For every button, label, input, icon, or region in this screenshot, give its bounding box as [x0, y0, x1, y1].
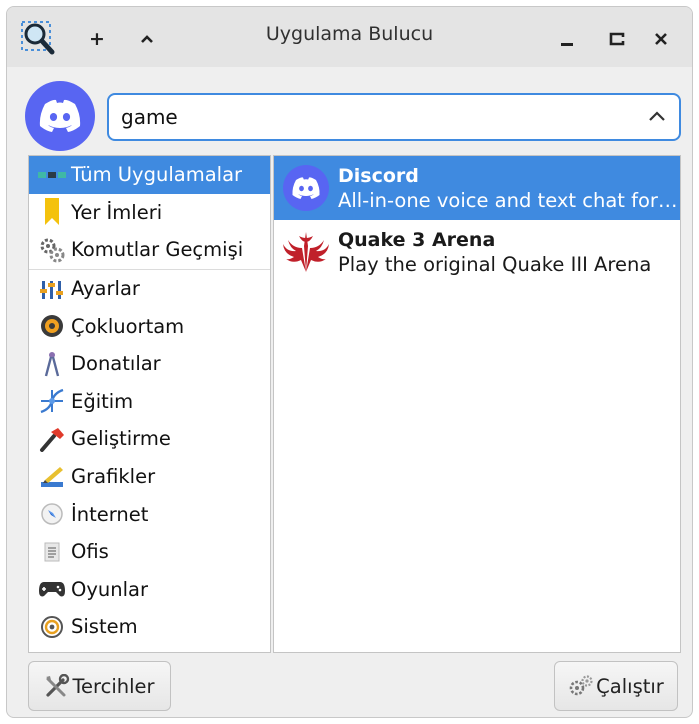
- dna-icon: [35, 386, 69, 416]
- category-item-multimedia[interactable]: Çokluortam: [29, 307, 270, 345]
- category-item-settings[interactable]: Ayarlar: [29, 270, 270, 308]
- collapse-button[interactable]: [133, 25, 161, 53]
- close-button[interactable]: [647, 25, 675, 53]
- tools-icon: [44, 674, 70, 698]
- category-label: Geliştirme: [71, 427, 171, 451]
- result-name: Discord: [338, 164, 419, 187]
- category-label: Grafikler: [71, 465, 156, 489]
- category-item-system[interactable]: Sistem: [29, 608, 270, 646]
- category-list: Tüm Uygulamalar Yer İmleri Komutlar Geçm…: [28, 155, 271, 653]
- maximize-button[interactable]: [603, 25, 631, 53]
- gears-icon: [568, 674, 594, 698]
- category-label: Donatılar: [71, 352, 161, 376]
- graphics-icon: [35, 462, 69, 492]
- category-item-bookmarks[interactable]: Yer İmleri: [29, 194, 270, 232]
- result-description: All-in-one voice and text chat for gamer…: [338, 188, 678, 212]
- category-item-office[interactable]: Ofis: [29, 533, 270, 571]
- category-label: Eğitim: [71, 389, 134, 413]
- search-input[interactable]: [119, 99, 619, 135]
- maximize-icon: [609, 32, 626, 46]
- result-description: Play the original Quake III Arena: [338, 252, 652, 276]
- category-item-all-apps[interactable]: Tüm Uygulamalar: [29, 156, 270, 194]
- gamepad-icon: [35, 574, 69, 604]
- category-item-accessories[interactable]: Donatılar: [29, 345, 270, 383]
- minimize-button[interactable]: [553, 25, 581, 53]
- category-label: Ayarlar: [71, 277, 140, 301]
- sliders-icon: [35, 274, 69, 304]
- category-item-command-history[interactable]: Komutlar Geçmişi: [29, 231, 270, 269]
- app-finder-window: + Uygulama Bulucu Tüm Uygulamala: [6, 6, 693, 718]
- hammer-icon: [35, 424, 69, 454]
- category-label: Oyunlar: [71, 577, 148, 601]
- gears-icon: [35, 235, 69, 265]
- title-bar[interactable]: + Uygulama Bulucu: [7, 7, 692, 67]
- result-item-quake-3-arena[interactable]: Quake 3 Arena Play the original Quake II…: [274, 220, 680, 284]
- close-icon: [655, 33, 667, 45]
- multimedia-icon: [35, 311, 69, 341]
- category-item-graphics[interactable]: Grafikler: [29, 458, 270, 496]
- category-label: Çokluortam: [71, 314, 185, 338]
- all-apps-icon: [35, 160, 69, 190]
- globe-icon: [35, 499, 69, 529]
- quake-icon: [278, 224, 334, 280]
- category-label: Ofis: [71, 540, 109, 564]
- category-label: Sistem: [71, 615, 138, 639]
- discord-icon: [278, 160, 334, 216]
- category-label: Komutlar Geçmişi: [71, 238, 244, 262]
- search-field: [107, 93, 681, 141]
- chevron-up-icon[interactable]: [645, 105, 669, 129]
- category-label: İnternet: [71, 502, 149, 526]
- result-name: Quake 3 Arena: [338, 228, 496, 251]
- category-label: Yer İmleri: [71, 200, 163, 224]
- preferences-label: Tercihler: [72, 674, 155, 698]
- category-item-internet[interactable]: İnternet: [29, 495, 270, 533]
- document-icon: [35, 537, 69, 567]
- compass-icon: [35, 349, 69, 379]
- category-item-games[interactable]: Oyunlar: [29, 571, 270, 609]
- discord-icon: [25, 81, 95, 151]
- category-label: Tüm Uygulamalar: [71, 163, 243, 187]
- bookmark-icon: [35, 197, 69, 227]
- run-label: Çalıştır: [596, 674, 664, 698]
- result-item-discord[interactable]: Discord All-in-one voice and text chat f…: [274, 156, 680, 220]
- system-icon: [35, 612, 69, 642]
- results-list: Discord All-in-one voice and text chat f…: [273, 155, 681, 653]
- run-button[interactable]: Çalıştır: [554, 661, 678, 711]
- chevron-up-icon: [141, 35, 153, 43]
- new-window-button[interactable]: +: [83, 25, 111, 53]
- minimize-icon: [561, 43, 573, 46]
- category-item-development[interactable]: Geliştirme: [29, 420, 270, 458]
- app-finder-icon: [21, 21, 55, 55]
- preferences-button[interactable]: Tercihler: [28, 661, 171, 711]
- category-item-education[interactable]: Eğitim: [29, 383, 270, 421]
